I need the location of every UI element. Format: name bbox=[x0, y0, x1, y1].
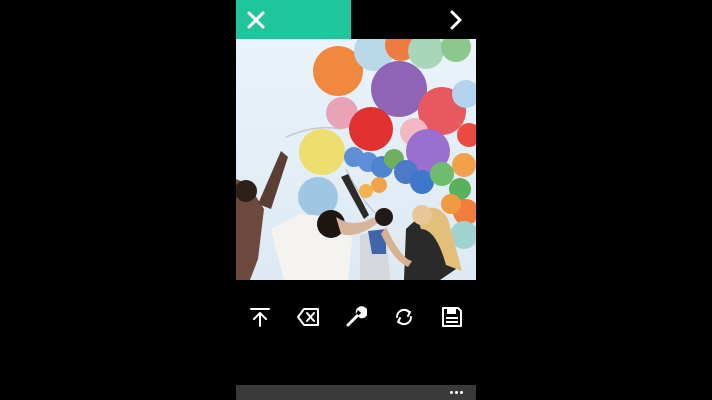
share-upload-icon bbox=[250, 308, 270, 327]
phone-screen bbox=[236, 0, 476, 400]
share-button[interactable] bbox=[246, 303, 274, 331]
wrench-icon bbox=[346, 306, 367, 327]
save-button[interactable] bbox=[438, 303, 466, 331]
balloons-photo bbox=[236, 39, 476, 280]
close-icon bbox=[247, 11, 265, 28]
more-button[interactable] bbox=[446, 385, 466, 400]
backspace-clear-icon bbox=[297, 308, 319, 326]
edit-toolbar bbox=[236, 300, 476, 334]
rotate-icon bbox=[395, 308, 413, 326]
save-icon bbox=[442, 307, 462, 327]
chevron-right-icon bbox=[450, 10, 462, 30]
rotate-button[interactable] bbox=[390, 303, 418, 331]
more-ellipsis-icon bbox=[449, 391, 453, 394]
next-button[interactable] bbox=[444, 7, 468, 33]
close-button[interactable] bbox=[236, 0, 351, 39]
clear-button[interactable] bbox=[294, 303, 322, 331]
photo-preview[interactable] bbox=[236, 39, 476, 280]
tools-button[interactable] bbox=[342, 303, 370, 331]
app-bar bbox=[236, 385, 476, 400]
